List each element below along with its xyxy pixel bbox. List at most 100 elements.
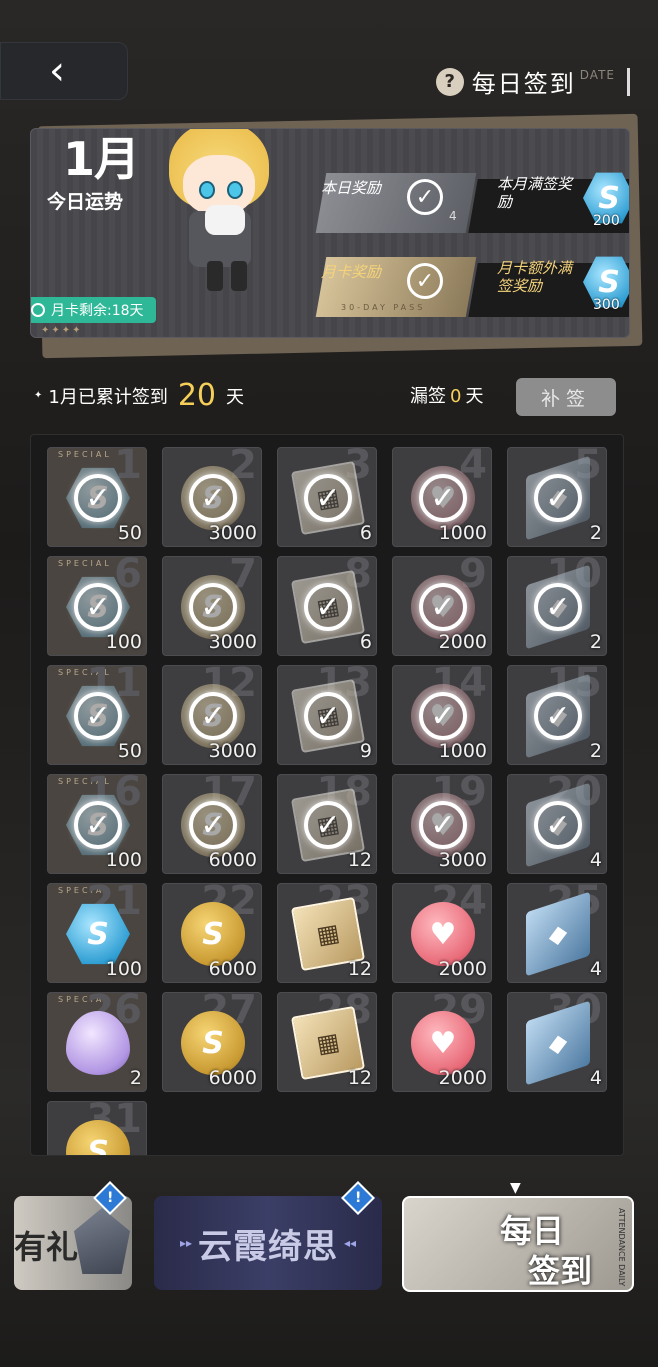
day-cell[interactable]: 4 ♥ ✓ 1000 [392, 447, 492, 547]
tab-gift[interactable]: 有礼 ! [14, 1181, 132, 1290]
fortune-label: 今日运势 [47, 191, 124, 213]
reward-qty: 3000 [438, 849, 487, 871]
day-cell[interactable]: 23▦12 [277, 883, 377, 983]
reward-qty: 3000 [208, 522, 257, 544]
check-icon: ✓ [304, 474, 352, 522]
fortune-banner: 1月 今日运势 月卡剩余:18天 ✦✦✦✦ 本日奖励 ✓ 4 本月满签奖励 S … [30, 128, 630, 338]
check-icon: ✓ [74, 474, 122, 522]
check-icon: ✓ [189, 801, 237, 849]
reward-qty: 2 [589, 631, 602, 653]
tab-event-label: 云霞绮思 [198, 1226, 338, 1267]
day-cell[interactable]: 3 ▦ ✓ 6 [277, 447, 377, 547]
reward-qty: 6000 [208, 1067, 257, 1089]
day-cell[interactable]: 14 ♥ ✓ 1000 [392, 665, 492, 765]
day-cell[interactable]: 15◆✓2 [507, 665, 607, 765]
day-cell[interactable]: 7 S ✓ 3000 [162, 556, 262, 656]
signed-days: 20 [177, 378, 217, 413]
check-icon: ✓ [189, 583, 237, 631]
check-icon: ✓ [189, 474, 237, 522]
back-button[interactable]: ‹ [0, 42, 128, 100]
card-extra-count: 300 [593, 297, 620, 313]
clock-icon [31, 303, 45, 317]
day-cell[interactable]: 2 S ✓ 3000 [162, 447, 262, 547]
day-cell[interactable]: SPECIAL 6 S ✓ 100 [47, 556, 147, 656]
coin-icon: S [181, 902, 245, 966]
special-tag: SPECIAL [58, 450, 112, 459]
date-tag: DATE [579, 67, 615, 82]
month-card-remaining: 月卡剩余:18天 [31, 297, 156, 323]
day-cell[interactable]: 31 S [47, 1101, 147, 1155]
reward-qty: 3000 [208, 740, 257, 762]
day-cell[interactable]: 5◆✓2 [507, 447, 607, 547]
plat-icon: ◆ [526, 891, 590, 977]
day-cell[interactable]: 13▦✓9 [277, 665, 377, 765]
day-cell[interactable]: 28▦12 [277, 992, 377, 1092]
makeup-signin-button[interactable]: 补签 [516, 378, 616, 416]
day-cell[interactable]: 17 S ✓ 6000 [162, 774, 262, 874]
card-reward-row[interactable]: 月卡奖励 ✓ 30-DAY PASS 月卡额外满签奖励 S 300 [315, 256, 629, 317]
tab-daily-side-text: ATTENDANCE DAILY [617, 1208, 626, 1287]
check-icon: ✓ [534, 583, 582, 631]
day-cell[interactable]: 19 ♥ ✓ 3000 [392, 774, 492, 874]
day-cell[interactable]: 30◆4 [507, 992, 607, 1092]
missed-days: 0 [450, 386, 462, 407]
help-icon[interactable]: ? [435, 67, 464, 96]
day-cell[interactable]: 29 ♥ 2000 [392, 992, 492, 1092]
reward-qty: 2000 [438, 1067, 487, 1089]
tab-event[interactable]: ▸▸ 云霞绮思 ◂◂ ! [154, 1181, 382, 1290]
tab-daily-label-2: 签到 [528, 1252, 593, 1290]
day-cell[interactable]: 25◆4 [507, 883, 607, 983]
reward-qty: 12 [347, 1067, 372, 1089]
check-icon: ✓ [419, 801, 467, 849]
calendar-grid-panel[interactable]: SPECIAL1S✓502S✓30003▦✓64♥✓10005◆✓2SPECIA… [30, 434, 624, 1156]
reward-qty: 100 [105, 958, 142, 980]
calendar-grid: SPECIAL1S✓502S✓30003▦✓64♥✓10005◆✓2SPECIA… [47, 447, 607, 1155]
page-header: ? 每日签到 DATE [435, 64, 630, 99]
day-cell[interactable]: SPECIAL 26 2 [47, 992, 147, 1092]
heart-icon: ♥ [411, 1011, 475, 1075]
check-icon: ✓ [74, 583, 122, 631]
reward-qty: 2 [129, 1067, 142, 1089]
reward-qty: 4 [589, 958, 602, 980]
chibi-character [151, 129, 291, 301]
today-reward-count: 4 [449, 209, 457, 223]
day-cell[interactable]: 24 ♥ 2000 [392, 883, 492, 983]
check-icon: ✓ [189, 692, 237, 740]
reward-qty: 100 [105, 849, 142, 871]
reward-qty: 6 [359, 631, 372, 653]
day-cell[interactable]: 12 S ✓ 3000 [162, 665, 262, 765]
reward-qty: 3000 [208, 631, 257, 653]
day-cell[interactable]: 27 S 6000 [162, 992, 262, 1092]
day-cell[interactable]: 22 S 6000 [162, 883, 262, 983]
decor-stars: ✦✦✦✦ [41, 325, 83, 336]
day-cell[interactable]: SPECIAL 1 S ✓ 50 [47, 447, 147, 547]
tab-daily-signin[interactable]: 每日 签到 ATTENDANCE DAILY [402, 1196, 634, 1292]
check-icon: ✓ [74, 801, 122, 849]
gem-icon [74, 1208, 130, 1274]
today-reward-label: 本日奖励 [321, 179, 382, 197]
check-icon: ✓ [74, 692, 122, 740]
page-title: 每日签到 [471, 70, 576, 98]
today-reward-row[interactable]: 本日奖励 ✓ 4 本月满签奖励 S 200 [315, 172, 629, 233]
reward-qty: 12 [347, 958, 372, 980]
day-cell[interactable]: 9 ♥ ✓ 2000 [392, 556, 492, 656]
arrow-left-icon: ▸▸ [179, 1236, 192, 1250]
day-cell[interactable]: 20◆✓4 [507, 774, 607, 874]
reward-qty: 9 [359, 740, 372, 762]
day-cell[interactable]: SPECIAL 21 S 100 [47, 883, 147, 983]
day-cell[interactable]: 18▦✓12 [277, 774, 377, 874]
day-cell[interactable]: SPECIAL 16 S ✓ 100 [47, 774, 147, 874]
check-icon: ✓ [304, 583, 352, 631]
reward-qty: 100 [105, 631, 142, 653]
check-icon: ✓ [304, 692, 352, 740]
day-cell[interactable]: 8 ▦ ✓ 6 [277, 556, 377, 656]
back-arrow-icon: ‹ [49, 48, 65, 94]
check-icon: ✓ [304, 801, 352, 849]
day-cell[interactable]: SPECIAL 11 S ✓ 50 [47, 665, 147, 765]
month-label: 1月 [63, 132, 140, 186]
card-reward-label: 月卡奖励 [321, 263, 382, 281]
month-full-label: 本月满签奖励 [497, 175, 573, 211]
tab-gift-label: 有礼 [14, 1228, 79, 1266]
check-icon: ✓ [419, 692, 467, 740]
day-cell[interactable]: 10◆✓2 [507, 556, 607, 656]
